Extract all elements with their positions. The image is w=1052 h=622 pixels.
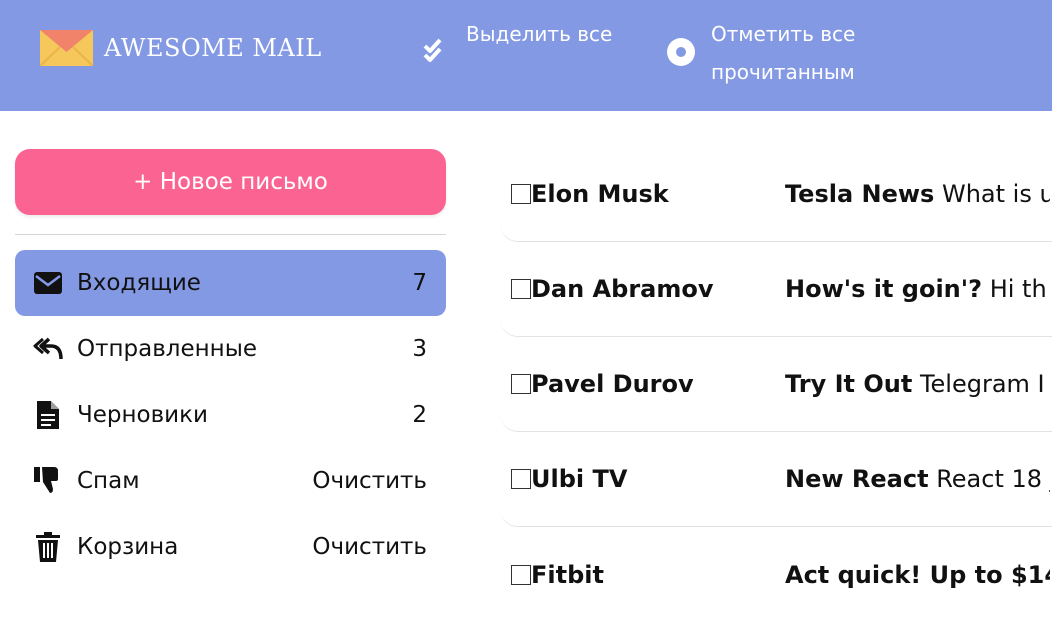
mail-message: New React React 18 j [785,465,1050,493]
mail-subject: Tesla News [785,180,935,208]
folder-list: Входящие 7 Отправленные 3 Черновики 2 Сп… [15,250,446,580]
mail-sender: Pavel Durov [531,370,694,398]
mail-message: How's it goin'? Hi th [785,275,1050,303]
mail-subject: New React [785,465,929,493]
mail-subject: Act quick! Up to $14 [785,560,1050,589]
folder-count: 2 [412,402,427,428]
mail-preview: Hi th [989,275,1047,303]
mail-subject: Try It Out [785,370,913,398]
mail-row[interactable]: Elon Musk Tesla News What is u [500,147,1052,242]
folder-name: Спам [77,468,140,494]
sidebar-divider [15,234,446,235]
mark-all-read-action[interactable]: Отметить все прочитанным [666,15,871,91]
folder-name: Входящие [77,270,201,296]
sidebar: + Новое письмо Входящие 7 Отправленные 3 [15,149,446,580]
thumbs-down-icon [33,467,63,495]
mail-subject: How's it goin'? [785,275,983,303]
app-header: AWESOME MAIL Выделить все Отметить все п… [0,0,1052,111]
mail-list: Elon Musk Tesla News What is u Dan Abram… [500,147,1052,622]
folder-trash[interactable]: Корзина Очистить [15,514,446,580]
app-title: AWESOME MAIL [104,34,322,62]
envelope-logo-icon [40,30,93,66]
folder-name: Корзина [77,534,179,560]
radio-dot-icon [666,37,696,91]
mail-row[interactable]: Pavel Durov Try It Out Telegram I [500,337,1052,432]
envelope-icon [33,272,63,294]
document-icon [33,401,63,429]
mail-message: Act quick! Up to $14 [785,561,1050,589]
mail-checkbox[interactable] [511,469,531,489]
folder-count: 3 [412,336,427,362]
mail-message: Tesla News What is u [785,180,1050,208]
mail-preview: What is u [941,180,1050,208]
mark-all-read-label: Отметить все прочитанным [711,22,856,84]
clear-spam-link[interactable]: Очистить [312,468,427,494]
clear-trash-link[interactable]: Очистить [312,534,427,560]
mail-sender: Ulbi TV [531,465,628,493]
new-mail-button[interactable]: + Новое письмо [15,149,446,215]
mail-preview: React 18 j [936,465,1050,493]
mail-row[interactable]: Ulbi TV New React React 18 j [500,432,1052,527]
double-check-icon [421,37,451,63]
folder-name: Черновики [77,402,208,428]
select-all-label: Выделить все [466,22,613,46]
folder-inbox[interactable]: Входящие 7 [15,250,446,316]
folder-spam[interactable]: Спам Очистить [15,448,446,514]
mail-sender: Fitbit [531,560,604,589]
mail-checkbox[interactable] [511,564,531,585]
mail-row[interactable]: Fitbit Act quick! Up to $14 [500,527,1052,622]
mail-checkbox[interactable] [511,374,531,394]
mail-row[interactable]: Dan Abramov How's it goin'? Hi th [500,242,1052,337]
app-logo[interactable]: AWESOME MAIL [40,30,322,66]
folder-name: Отправленные [77,336,258,362]
folder-sent[interactable]: Отправленные 3 [15,316,446,382]
mail-preview: Telegram I [919,370,1045,398]
reply-all-icon [33,337,63,361]
select-all-action[interactable]: Выделить все [421,15,626,63]
mail-sender: Dan Abramov [531,275,714,303]
trash-icon [33,532,63,562]
folder-drafts[interactable]: Черновики 2 [15,382,446,448]
mail-message: Try It Out Telegram I [785,370,1050,398]
mail-checkbox[interactable] [511,279,531,299]
mail-sender: Elon Musk [531,180,669,208]
mail-checkbox[interactable] [511,184,531,204]
folder-count: 7 [412,270,427,296]
